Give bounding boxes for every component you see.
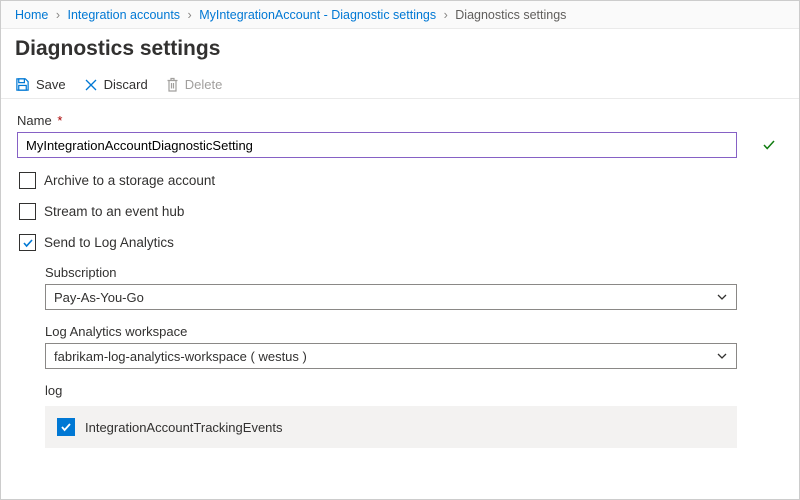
trash-icon bbox=[166, 77, 179, 92]
stream-checkbox-row[interactable]: Stream to an event hub bbox=[19, 203, 783, 220]
subscription-value: Pay-As-You-Go bbox=[54, 290, 144, 305]
archive-checkbox-row[interactable]: Archive to a storage account bbox=[19, 172, 783, 189]
toolbar: Save Discard Delete bbox=[1, 71, 799, 99]
valid-check-icon bbox=[763, 139, 775, 151]
stream-label: Stream to an event hub bbox=[44, 204, 184, 219]
send-label: Send to Log Analytics bbox=[44, 235, 174, 250]
page-header: Diagnostics settings bbox=[1, 29, 799, 71]
chevron-right-icon: › bbox=[56, 8, 60, 22]
subscription-select[interactable]: Pay-As-You-Go bbox=[45, 284, 737, 310]
required-asterisk: * bbox=[57, 113, 62, 128]
delete-button-label: Delete bbox=[185, 77, 223, 92]
checkbox-unchecked-icon bbox=[19, 172, 36, 189]
save-button[interactable]: Save bbox=[15, 77, 66, 92]
log-section-label: log bbox=[45, 383, 783, 398]
checkbox-checked-icon bbox=[19, 234, 36, 251]
chevron-down-icon bbox=[716, 350, 728, 362]
discard-button[interactable]: Discard bbox=[84, 77, 148, 92]
checkbox-filled-icon bbox=[57, 418, 75, 436]
workspace-select[interactable]: fabrikam-log-analytics-workspace ( westu… bbox=[45, 343, 737, 369]
discard-button-label: Discard bbox=[104, 77, 148, 92]
save-button-label: Save bbox=[36, 77, 66, 92]
log-category-row[interactable]: IntegrationAccountTrackingEvents bbox=[45, 406, 737, 448]
checkbox-unchecked-icon bbox=[19, 203, 36, 220]
log-category-label: IntegrationAccountTrackingEvents bbox=[85, 420, 283, 435]
chevron-right-icon: › bbox=[444, 8, 448, 22]
close-icon bbox=[84, 78, 98, 92]
send-log-analytics-checkbox-row[interactable]: Send to Log Analytics bbox=[19, 234, 783, 251]
subscription-label: Subscription bbox=[45, 265, 783, 280]
breadcrumb: Home › Integration accounts › MyIntegrat… bbox=[1, 1, 799, 29]
save-icon bbox=[15, 77, 30, 92]
name-label: Name * bbox=[17, 113, 783, 128]
breadcrumb-current: Diagnostics settings bbox=[455, 8, 566, 22]
delete-button: Delete bbox=[166, 77, 223, 92]
workspace-value: fabrikam-log-analytics-workspace ( westu… bbox=[54, 349, 307, 364]
archive-label: Archive to a storage account bbox=[44, 173, 215, 188]
page-title: Diagnostics settings bbox=[15, 37, 785, 61]
form-area: Name * Archive to a storage account Stre… bbox=[1, 99, 799, 462]
workspace-label: Log Analytics workspace bbox=[45, 324, 783, 339]
breadcrumb-link-account-diagnostic[interactable]: MyIntegrationAccount - Diagnostic settin… bbox=[199, 8, 436, 22]
chevron-down-icon bbox=[716, 291, 728, 303]
breadcrumb-link-integration-accounts[interactable]: Integration accounts bbox=[67, 8, 180, 22]
breadcrumb-link-home[interactable]: Home bbox=[15, 8, 48, 22]
name-label-text: Name bbox=[17, 113, 52, 128]
name-input[interactable] bbox=[17, 132, 737, 158]
chevron-right-icon: › bbox=[188, 8, 192, 22]
